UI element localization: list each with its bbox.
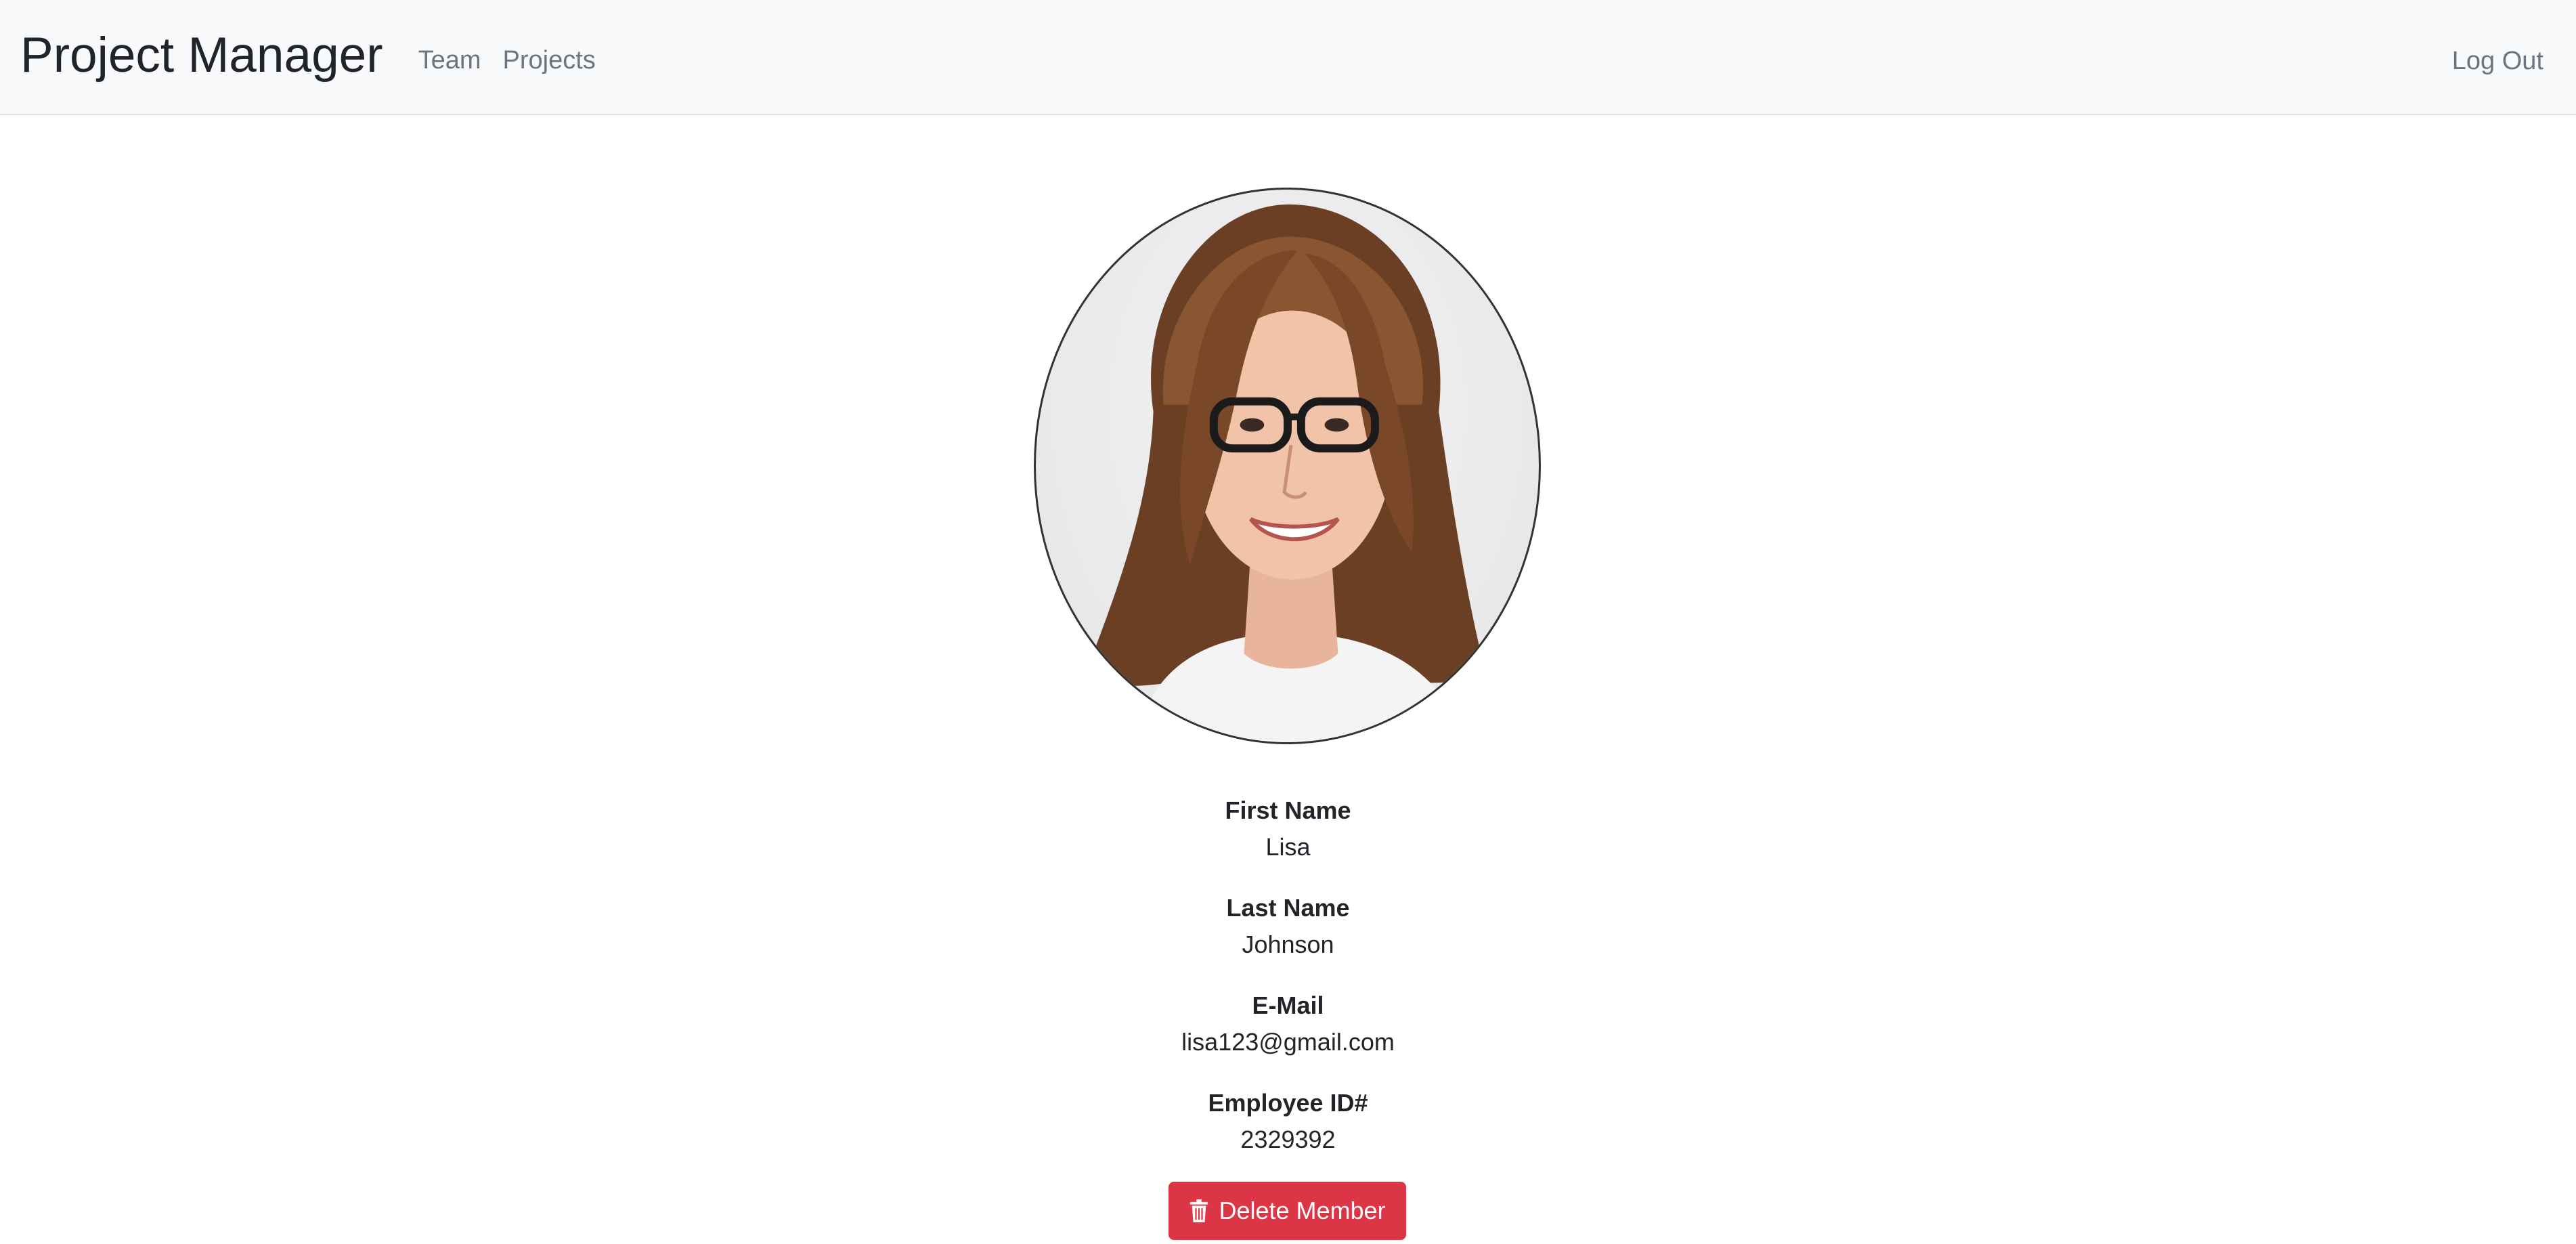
email-label: E-Mail	[1252, 991, 1324, 1019]
member-avatar	[1034, 188, 1541, 744]
nav-link-team[interactable]: Team	[418, 46, 481, 75]
first-name-group: First Name Lisa	[0, 792, 2576, 865]
employee-id-label: Employee ID#	[1208, 1089, 1368, 1117]
delete-member-button[interactable]: Delete Member	[1169, 1182, 1406, 1240]
first-name-label: First Name	[1225, 796, 1351, 824]
last-name-label: Last Name	[1226, 894, 1350, 922]
top-navbar: Project Manager Team Projects Log Out	[0, 0, 2576, 115]
employee-id-value: 2329392	[1240, 1125, 1336, 1153]
nav-right: Log Out	[2452, 0, 2544, 115]
nav-link-projects[interactable]: Projects	[503, 46, 596, 75]
trash-icon	[1190, 1199, 1208, 1222]
last-name-group: Last Name Johnson	[0, 890, 2576, 963]
delete-member-label: Delete Member	[1219, 1197, 1386, 1224]
first-name-value: Lisa	[1265, 833, 1311, 861]
email-value: lisa123@gmail.com	[1181, 1028, 1395, 1056]
brand-title[interactable]: Project Manager	[20, 30, 383, 80]
last-name-value: Johnson	[1242, 930, 1334, 958]
logout-link[interactable]: Log Out	[2452, 47, 2544, 76]
profile-photo-icon	[1083, 204, 1486, 742]
employee-id-group: Employee ID# 2329392	[0, 1085, 2576, 1158]
email-group: E-Mail lisa123@gmail.com	[0, 987, 2576, 1060]
